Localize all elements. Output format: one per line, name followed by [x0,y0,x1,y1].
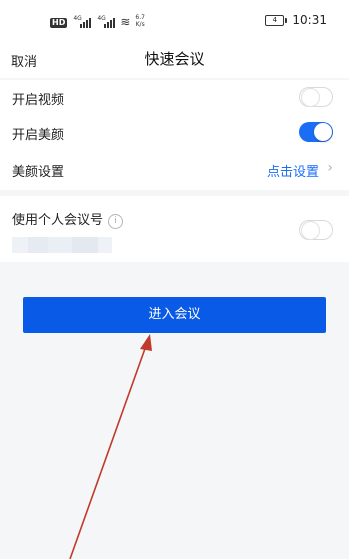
nav-bar: 取消 快速会议 [0,40,349,78]
video-label: 开启视频 [12,93,65,108]
masked-meeting-id [12,237,112,253]
status-icons: HD 4G 4G ≋ 6.7 K/s [50,12,145,28]
beauty-settings-link[interactable]: 点击设置 [267,161,319,180]
status-right: 4 10:31 [265,13,327,27]
video-toggle[interactable] [299,87,333,107]
personal-id-label: 使用个人会议号 i [12,209,124,229]
video-row: 开启视频 [0,80,349,116]
signal-icon-2: 4G [97,15,116,28]
meeting-settings: 开启视频 开启美颜 美颜设置 点击设置 › [0,80,349,190]
battery-icon: 4 [265,14,288,26]
toggle-knob [301,88,320,107]
network-speed: 6.7 K/s [135,14,145,28]
signal-icon: 4G [73,15,92,28]
personal-meeting-id-section: 使用个人会议号 i [0,196,349,262]
chevron-right-icon: › [327,160,333,176]
wifi-icon: ≋ [120,15,131,29]
status-bar: HD 4G 4G ≋ 6.7 K/s 4 10:31 [0,0,349,40]
beauty-row: 开启美颜 [0,115,349,151]
page-title: 快速会议 [144,50,205,68]
hd-badge: HD [50,18,68,28]
toggle-knob [314,123,332,141]
beauty-label: 开启美颜 [12,128,65,143]
info-icon[interactable]: i [108,214,124,229]
join-meeting-button[interactable]: 进入会议 [23,297,326,333]
personal-id-toggle[interactable] [299,220,333,240]
beauty-settings-row[interactable]: 美颜设置 点击设置 › [0,152,349,188]
beauty-settings-label: 美颜设置 [12,165,65,180]
clock: 10:31 [292,13,327,27]
beauty-toggle[interactable] [299,122,333,142]
personal-id-row: 使用个人会议号 i [0,200,349,240]
toggle-knob [301,221,320,240]
